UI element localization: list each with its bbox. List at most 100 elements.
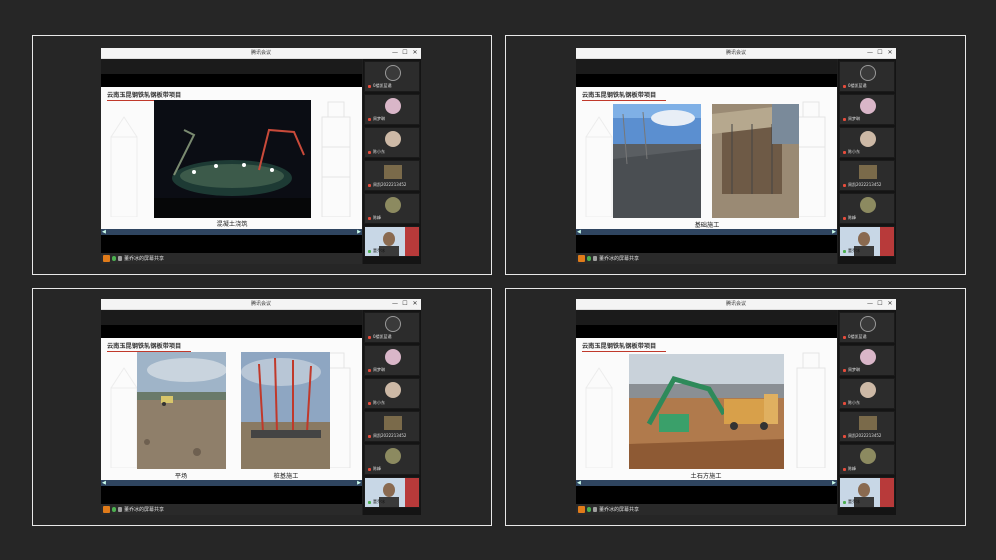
mic-muted-icon xyxy=(843,150,846,154)
photo-caption: 混凝土浇筑 xyxy=(216,221,248,228)
participant-video-tile[interactable]: 董乔冰 xyxy=(839,226,895,257)
participant-tile[interactable]: 周梦琳 xyxy=(839,345,895,376)
participant-tile[interactable]: 陈峰 xyxy=(839,444,895,475)
participant-video-tile[interactable]: 董乔冰 xyxy=(839,477,895,508)
window-title: 腾讯会议 xyxy=(725,50,746,56)
share-status-bar: 董乔冰的屏幕共享 xyxy=(101,253,362,264)
participant-tile[interactable]: 0楼凯蓝谲 xyxy=(364,312,420,343)
presentation-slide: 云南玉昆钢铁轧钢板带项目 平场 桩基施工 xyxy=(101,338,362,480)
window-title: 腾讯会议 xyxy=(725,301,746,307)
presentation-slide: 云南玉昆钢铁轧钢板带项目 混凝土浇筑 xyxy=(101,87,362,229)
avatar xyxy=(385,382,401,398)
avatar xyxy=(860,197,876,213)
participant-list: 0楼凯蓝谲 周梦琳 陈小东 周凯2022213452 陈峰 董乔冰 xyxy=(363,310,421,515)
building-sketch-decoration xyxy=(585,367,613,468)
photo-site-leveling xyxy=(137,352,226,469)
maximize-icon[interactable]: ☐ xyxy=(400,48,410,58)
slide-heading: 云南玉昆钢铁轧钢板带项目 xyxy=(582,90,666,101)
mic-muted-icon xyxy=(843,117,846,121)
maximize-icon[interactable]: ☐ xyxy=(875,48,885,58)
participant-tile[interactable]: 0楼凯蓝谲 xyxy=(839,312,895,343)
participant-tile[interactable]: 0楼凯蓝谲 xyxy=(364,61,420,92)
photo-foundation-site-right xyxy=(712,104,799,218)
mic-muted-icon xyxy=(843,434,846,438)
share-status-bar: 董乔冰的屏幕共享 xyxy=(101,504,362,515)
share-status-bar: 董乔冰的屏幕共享 xyxy=(576,504,837,515)
participant-video-tile[interactable]: 董乔冰 xyxy=(364,226,420,257)
close-icon[interactable]: ✕ xyxy=(885,299,895,309)
screenshot-panel-4: 腾讯会议 — ☐ ✕ 云南玉昆钢铁轧钢板带项目 土石方施工 ◀ ▶ 董乔冰的屏幕… xyxy=(505,288,966,526)
shared-screen: 云南玉昆钢铁轧钢板带项目 基础施工 ◀ ▶ 董乔冰的屏幕共享 xyxy=(576,59,837,264)
avatar xyxy=(385,197,401,213)
participant-tile[interactable]: 陈峰 xyxy=(839,193,895,224)
screen-share-icon[interactable] xyxy=(578,255,585,262)
photo-foundation-site-left xyxy=(613,104,701,218)
top-black-bar xyxy=(576,59,837,87)
participant-list: 0楼凯蓝谲 周梦琳 陈小东 周凯2022213452 陈峰 董乔冰 xyxy=(838,310,896,515)
avatar xyxy=(860,448,876,464)
avatar xyxy=(860,349,876,365)
participant-tile[interactable]: 陈小东 xyxy=(364,127,420,158)
close-icon[interactable]: ✕ xyxy=(410,48,420,58)
close-icon[interactable]: ✕ xyxy=(885,48,895,58)
mic-on-icon xyxy=(368,249,371,253)
participant-tile[interactable]: 周凯2022213452 xyxy=(364,411,420,442)
mic-muted-icon xyxy=(843,84,846,88)
photo-caption: 基础施工 xyxy=(694,222,720,229)
mic-on-icon xyxy=(843,249,846,253)
screen-share-icon[interactable] xyxy=(103,255,110,262)
participant-tile[interactable]: 陈小东 xyxy=(839,127,895,158)
participant-video-tile[interactable]: 董乔冰 xyxy=(364,477,420,508)
building-sketch-decoration xyxy=(796,352,826,468)
screen-share-icon[interactable] xyxy=(578,506,585,513)
close-icon[interactable]: ✕ xyxy=(410,299,420,309)
participant-tile[interactable]: 0楼凯蓝谲 xyxy=(839,61,895,92)
top-black-bar xyxy=(101,310,362,338)
participant-tile[interactable]: 周梦琳 xyxy=(364,94,420,125)
microphone-icon[interactable] xyxy=(112,256,116,261)
participant-tile[interactable]: 陈峰 xyxy=(364,444,420,475)
participant-tile[interactable]: 周梦琳 xyxy=(839,94,895,125)
participant-tile[interactable]: 周凯2022213452 xyxy=(839,411,895,442)
screenshot-panel-2: 腾讯会议 — ☐ ✕ 云南玉昆钢铁轧钢板带项目 基础施工 ◀ ▶ 董乔冰的屏幕共… xyxy=(505,35,966,275)
mic-on-icon xyxy=(843,500,846,504)
title-bar: 腾讯会议 — ☐ ✕ xyxy=(576,299,896,310)
participant-tile[interactable]: 陈峰 xyxy=(364,193,420,224)
microphone-icon[interactable] xyxy=(112,507,116,512)
camera-icon[interactable] xyxy=(593,256,597,261)
camera-icon[interactable] xyxy=(118,256,122,261)
avatar xyxy=(385,131,401,147)
microphone-icon[interactable] xyxy=(587,507,591,512)
camera-icon[interactable] xyxy=(593,507,597,512)
participant-tile[interactable]: 陈小东 xyxy=(364,378,420,409)
minimize-icon[interactable]: — xyxy=(390,48,400,58)
presentation-slide: 云南玉昆钢铁轧钢板带项目 基础施工 xyxy=(576,87,837,229)
participant-tile[interactable]: 周凯2022213452 xyxy=(839,160,895,191)
window-title: 腾讯会议 xyxy=(250,50,271,56)
avatar xyxy=(385,98,401,114)
maximize-icon[interactable]: ☐ xyxy=(400,299,410,309)
share-status-bar: 董乔冰的屏幕共享 xyxy=(576,253,837,264)
mic-muted-icon xyxy=(843,368,846,372)
participant-tile[interactable]: 陈小东 xyxy=(839,378,895,409)
avatar xyxy=(384,416,402,430)
mic-muted-icon xyxy=(368,150,371,154)
camera-icon[interactable] xyxy=(118,507,122,512)
mic-muted-icon xyxy=(843,401,846,405)
photo-caption: 平场 xyxy=(174,473,188,480)
participant-tile[interactable]: 周梦琳 xyxy=(364,345,420,376)
photo-earthwork-excavator xyxy=(629,354,784,469)
participant-tile[interactable]: 周凯2022213452 xyxy=(364,160,420,191)
minimize-icon[interactable]: — xyxy=(865,299,875,309)
microphone-icon[interactable] xyxy=(587,256,591,261)
maximize-icon[interactable]: ☐ xyxy=(875,299,885,309)
minimize-icon[interactable]: — xyxy=(865,48,875,58)
avatar xyxy=(859,416,877,430)
avatar xyxy=(859,165,877,179)
photo-caption: 土石方施工 xyxy=(690,473,722,480)
screenshot-panel-3: 腾讯会议 — ☐ ✕ 云南玉昆钢铁轧钢板带项目 平场 桩基施工 ◀ ▶ 董乔冰的… xyxy=(32,288,492,526)
screen-share-icon[interactable] xyxy=(103,506,110,513)
avatar xyxy=(860,98,876,114)
minimize-icon[interactable]: — xyxy=(390,299,400,309)
avatar xyxy=(860,382,876,398)
